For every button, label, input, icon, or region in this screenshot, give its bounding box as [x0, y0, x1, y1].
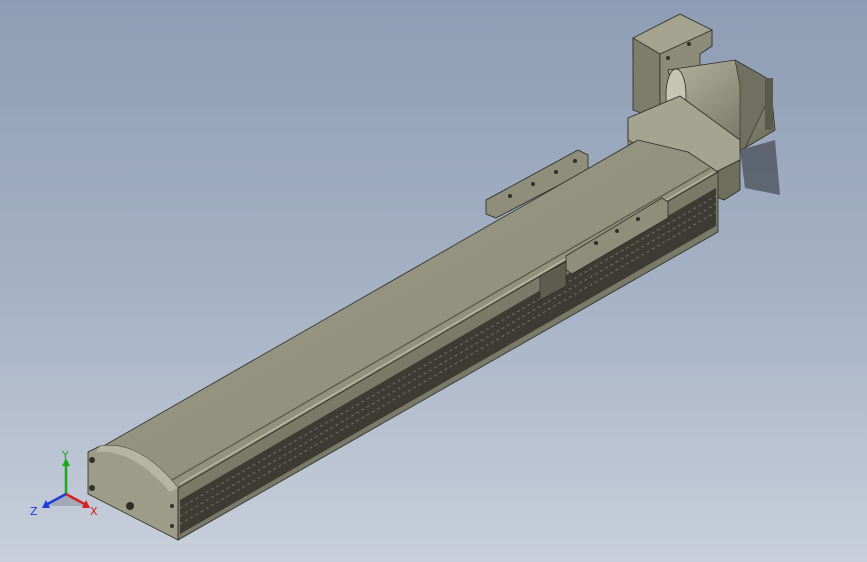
axis-label-z: Z	[30, 505, 38, 518]
linear-actuator-model[interactable]	[0, 0, 867, 562]
rail-body	[87, 139, 719, 541]
motor-shadow	[740, 140, 780, 195]
axis-label-y: Y	[62, 449, 69, 462]
orientation-triad[interactable]: Y X Z	[28, 448, 104, 524]
axis-label-x: X	[90, 505, 98, 518]
3d-viewport[interactable]: Y X Z	[0, 0, 867, 562]
